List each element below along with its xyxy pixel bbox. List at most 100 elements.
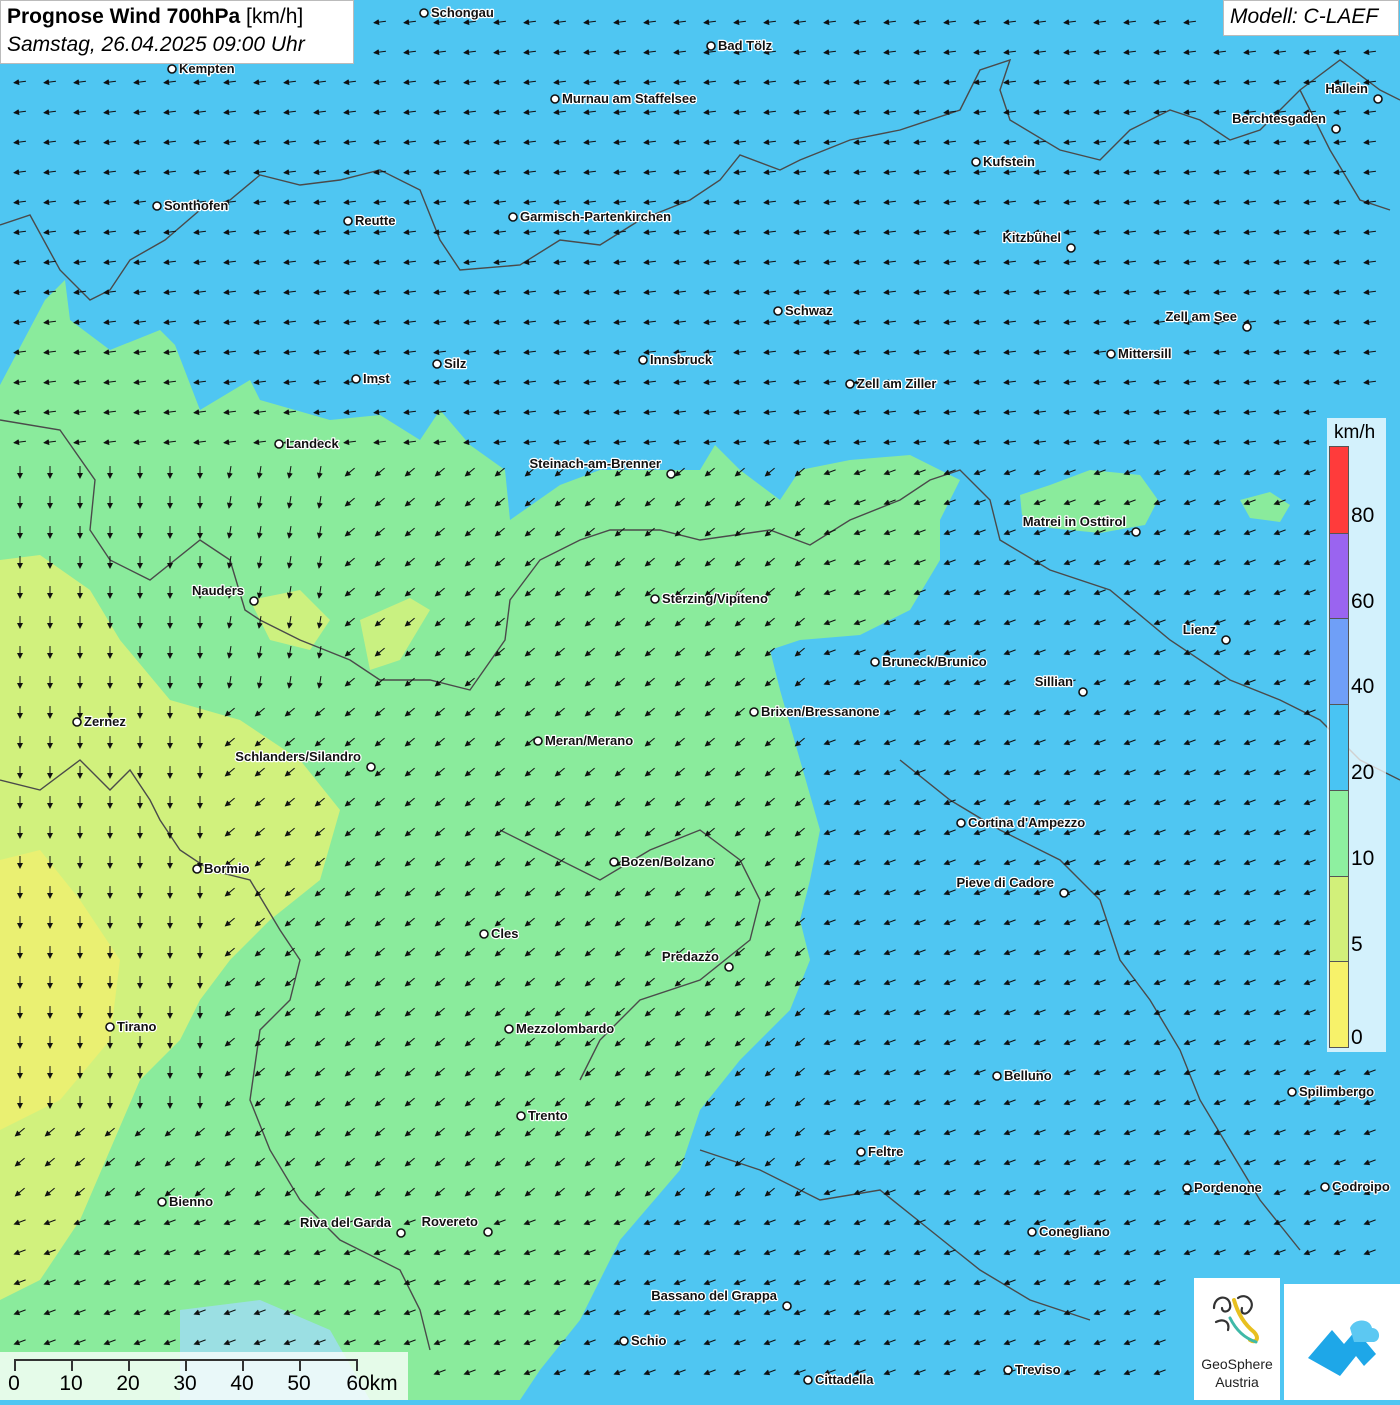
city-label: Mezzolombardo — [516, 1021, 614, 1036]
city-label: Reutte — [355, 213, 395, 228]
city-label: Garmisch-Partenkirchen — [520, 209, 671, 224]
city-dot — [550, 94, 560, 104]
city-label: Bozen/Bolzano — [621, 854, 714, 869]
city-dot — [1373, 94, 1383, 104]
city-dot — [856, 1147, 866, 1157]
city-label: Imst — [363, 371, 390, 386]
city-dot — [1078, 687, 1088, 697]
city-dot — [479, 929, 489, 939]
city-label: Kitzbühel — [1003, 230, 1062, 245]
legend-color-bar — [1329, 446, 1349, 1048]
city-dot — [1027, 1227, 1037, 1237]
scale-tick — [356, 1359, 358, 1371]
city-dot — [992, 1071, 1002, 1081]
city-dot — [845, 379, 855, 389]
city-label: Mittersill — [1118, 346, 1171, 361]
city-dot — [619, 1336, 629, 1346]
city-label: Treviso — [1015, 1362, 1061, 1377]
city-label: Trento — [528, 1108, 568, 1123]
city-label: Bad Tölz — [718, 38, 773, 53]
legend-label: 10 — [1351, 846, 1375, 870]
forecast-datetime: Samstag, 26.04.2025 09:00 Uhr — [7, 33, 305, 56]
city-label: Riva del Garda — [300, 1215, 392, 1230]
city-label: Steinach-am-Brenner — [530, 456, 661, 471]
legend-segment — [1330, 532, 1348, 619]
city-label: Lienz — [1183, 622, 1217, 637]
scale-tick — [128, 1359, 130, 1371]
city-dot — [366, 762, 376, 772]
city-dot — [971, 157, 981, 167]
city-label: Schio — [631, 1333, 666, 1348]
legend-label: 0 — [1351, 1026, 1363, 1049]
scale-tick — [185, 1359, 187, 1371]
city-label: Pordenone — [1194, 1180, 1262, 1195]
scale-tick — [299, 1359, 301, 1371]
city-label: Predazzo — [662, 949, 719, 964]
city-dot — [666, 469, 676, 479]
city-dot — [152, 201, 162, 211]
city-label: Innsbruck — [650, 352, 713, 367]
city-label: Bormio — [204, 861, 250, 876]
legend-segment — [1330, 875, 1348, 962]
city-dot — [870, 657, 880, 667]
city-label: Bassano del Grappa — [651, 1288, 777, 1303]
scale-label: 40 — [230, 1372, 254, 1395]
city-dot — [773, 306, 783, 316]
city-dot — [724, 962, 734, 972]
city-dot — [956, 818, 966, 828]
city-dot — [749, 707, 759, 717]
city-label: Bruneck/Brunico — [882, 654, 987, 669]
city-dot — [396, 1228, 406, 1238]
city-dot — [432, 359, 442, 369]
geosphere-swirl-icon — [1212, 1295, 1259, 1344]
city-label: Zell am See — [1165, 309, 1237, 324]
city-dot — [504, 1024, 514, 1034]
color-legend: km/h 80 60 40 20 10 5 0 — [1327, 418, 1386, 1052]
legend-label: 40 — [1351, 675, 1375, 699]
city-dot — [1320, 1182, 1330, 1192]
city-label: Sillian — [1035, 674, 1073, 689]
city-dot — [1331, 124, 1341, 134]
city-dot — [706, 41, 716, 51]
city-dot — [1242, 322, 1252, 332]
city-dot — [533, 736, 543, 746]
city-label: Nauders — [192, 583, 244, 598]
city-dot — [343, 216, 353, 226]
scale-label: 60km — [346, 1372, 398, 1395]
legend-segment — [1330, 961, 1348, 1047]
city-dot — [638, 355, 648, 365]
geosphere-logo[interactable]: GeoSphere Austria — [1194, 1278, 1280, 1400]
city-label: Conegliano — [1039, 1224, 1110, 1239]
city-dot — [105, 1022, 115, 1032]
city-dot — [508, 212, 518, 222]
city-dot — [72, 717, 82, 727]
city-dot — [650, 594, 660, 604]
city-label: Cortina d'Ampezzo — [968, 815, 1085, 830]
model-label: Modell: C-LAEF — [1223, 0, 1399, 36]
title-panel: Prognose Wind 700hPa [km/h] Samstag, 26.… — [0, 0, 354, 64]
weather-app-logo[interactable] — [1284, 1284, 1400, 1400]
scale-label: 50 — [287, 1372, 311, 1395]
city-label: Cles — [491, 926, 518, 941]
city-label: Brixen/Bressanone — [761, 704, 880, 719]
city-label: Zernez — [84, 714, 126, 729]
city-dot — [1221, 635, 1231, 645]
city-dot — [1182, 1183, 1192, 1193]
city-label: Zell am Ziller — [857, 376, 936, 391]
city-dot — [1106, 349, 1116, 359]
city-label: Murnau am Staffelsee — [562, 91, 696, 106]
city-dot — [1066, 243, 1076, 253]
city-label: Meran/Merano — [545, 733, 633, 748]
scale-label: 10 — [59, 1372, 83, 1395]
city-label: Schwaz — [785, 303, 833, 318]
legend-segment — [1330, 789, 1348, 876]
city-dot — [516, 1111, 526, 1121]
city-dot — [782, 1301, 792, 1311]
legend-segment — [1330, 447, 1348, 533]
map-title: Prognose Wind 700hPa — [7, 5, 241, 28]
geosphere-sub: Austria — [1215, 1374, 1259, 1390]
legend-unit: km/h — [1334, 422, 1376, 443]
wind-map: SchongauBad TölzKemptenMurnau am Staffel… — [0, 0, 1400, 1400]
city-label: Schlanders/Silandro — [235, 749, 361, 764]
scale-label: 20 — [116, 1372, 140, 1395]
